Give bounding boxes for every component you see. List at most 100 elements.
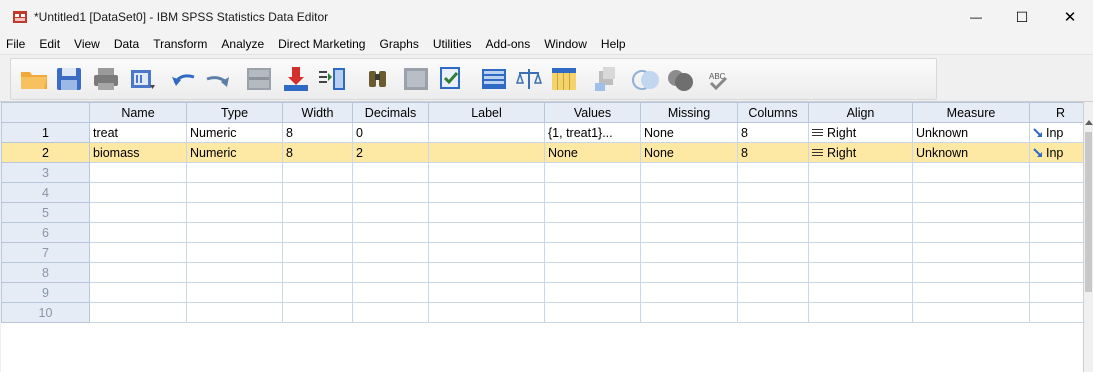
menu-edit[interactable]: Edit <box>32 37 67 51</box>
menu-data[interactable]: Data <box>107 37 146 51</box>
menu-window[interactable]: Window <box>537 37 594 51</box>
cell-width[interactable] <box>282 282 353 303</box>
column-header-type[interactable]: Type <box>186 102 283 123</box>
menu-graphs[interactable]: Graphs <box>372 37 425 51</box>
cell-missing[interactable] <box>640 262 738 283</box>
cell-measure[interactable] <box>912 282 1030 303</box>
cell-missing[interactable] <box>640 162 738 183</box>
cell-name[interactable] <box>89 222 187 243</box>
cell-width[interactable] <box>282 262 353 283</box>
cell-type[interactable] <box>186 262 283 283</box>
cell-label[interactable] <box>428 202 545 223</box>
cell-width[interactable] <box>282 202 353 223</box>
cell-name[interactable] <box>89 242 187 263</box>
split-file-icon[interactable] <box>479 65 509 93</box>
insert-cases-icon[interactable] <box>401 65 431 93</box>
cell-decimals[interactable] <box>352 242 429 263</box>
cell-decimals[interactable]: 0 <box>352 122 429 143</box>
cell-width[interactable] <box>282 242 353 263</box>
vertical-scrollbar[interactable] <box>1083 102 1093 372</box>
cell-measure[interactable]: Unknown <box>912 122 1030 143</box>
cell-missing[interactable] <box>640 242 738 263</box>
cell-width[interactable]: 8 <box>282 142 353 163</box>
cell-name[interactable] <box>89 162 187 183</box>
cell-name[interactable] <box>89 182 187 203</box>
cell-align[interactable] <box>808 262 913 283</box>
cell-values[interactable] <box>544 222 641 243</box>
cell-decimals[interactable] <box>352 262 429 283</box>
cell-type[interactable] <box>186 282 283 303</box>
cell-values[interactable] <box>544 242 641 263</box>
cell-type[interactable]: Numeric <box>186 142 283 163</box>
table-row[interactable]: 6 <box>1 222 1092 243</box>
goto-case-icon[interactable] <box>244 65 274 93</box>
cell-label[interactable] <box>428 162 545 183</box>
row-number[interactable]: 1 <box>1 122 90 143</box>
cell-values[interactable] <box>544 262 641 283</box>
cell-width[interactable]: 8 <box>282 122 353 143</box>
minimize-button[interactable]: — <box>953 0 999 34</box>
cell-columns[interactable] <box>737 242 809 263</box>
cell-missing[interactable] <box>640 302 738 323</box>
column-header-values[interactable]: Values <box>544 102 641 123</box>
row-number[interactable]: 7 <box>1 242 90 263</box>
cell-align[interactable] <box>808 202 913 223</box>
show-all-variables-icon[interactable] <box>666 65 696 93</box>
cell-missing[interactable] <box>640 282 738 303</box>
undo-icon[interactable] <box>169 65 199 93</box>
cell-align[interactable] <box>808 222 913 243</box>
cell-align[interactable] <box>808 302 913 323</box>
cell-missing[interactable]: None <box>640 122 738 143</box>
scroll-up-icon[interactable] <box>1085 120 1093 125</box>
cell-name[interactable]: treat <box>89 122 187 143</box>
use-variable-sets-icon[interactable] <box>631 65 661 93</box>
column-header-name[interactable]: Name <box>89 102 187 123</box>
table-row[interactable]: 4 <box>1 182 1092 203</box>
menu-file[interactable]: File <box>0 37 32 51</box>
cell-label[interactable] <box>428 222 545 243</box>
row-number[interactable]: 2 <box>1 142 90 163</box>
cell-values[interactable] <box>544 282 641 303</box>
cell-measure[interactable] <box>912 242 1030 263</box>
insert-variable-icon[interactable] <box>436 65 466 93</box>
column-header-decimals[interactable]: Decimals <box>352 102 429 123</box>
value-labels-icon[interactable] <box>593 65 623 93</box>
cell-type[interactable] <box>186 202 283 223</box>
cell-columns[interactable] <box>737 202 809 223</box>
cell-label[interactable] <box>428 262 545 283</box>
cell-label[interactable] <box>428 302 545 323</box>
cell-decimals[interactable] <box>352 202 429 223</box>
cell-missing[interactable]: None <box>640 142 738 163</box>
weight-cases-icon[interactable] <box>514 65 544 93</box>
cell-columns[interactable]: 8 <box>737 122 809 143</box>
table-row[interactable]: 8 <box>1 262 1092 283</box>
save-icon[interactable] <box>54 65 84 93</box>
cell-name[interactable] <box>89 302 187 323</box>
variables-icon[interactable] <box>317 65 347 93</box>
cell-name[interactable] <box>89 262 187 283</box>
cell-width[interactable] <box>282 182 353 203</box>
table-row[interactable]: 2 biomass Numeric 8 2 None None 8 Right Unknown In… <box>1 142 1092 163</box>
cell-type[interactable] <box>186 302 283 323</box>
menu-view[interactable]: View <box>67 37 107 51</box>
menu-utilities[interactable]: Utilities <box>426 37 479 51</box>
cell-measure[interactable] <box>912 202 1030 223</box>
cell-width[interactable] <box>282 302 353 323</box>
cell-columns[interactable] <box>737 302 809 323</box>
cell-values[interactable]: {1, treat1}... <box>544 122 641 143</box>
column-header-width[interactable]: Width <box>282 102 353 123</box>
cell-label[interactable] <box>428 182 545 203</box>
cell-name[interactable] <box>89 282 187 303</box>
menu-help[interactable]: Help <box>594 37 633 51</box>
row-number[interactable]: 3 <box>1 162 90 183</box>
cell-align[interactable] <box>808 182 913 203</box>
cell-label[interactable] <box>428 242 545 263</box>
cell-decimals[interactable] <box>352 162 429 183</box>
dialog-recall-icon[interactable] <box>128 65 158 93</box>
row-number[interactable]: 6 <box>1 222 90 243</box>
cell-measure[interactable] <box>912 162 1030 183</box>
goto-variable-icon[interactable] <box>281 65 311 93</box>
cell-width[interactable] <box>282 222 353 243</box>
row-number[interactable]: 8 <box>1 262 90 283</box>
cell-align[interactable] <box>808 282 913 303</box>
